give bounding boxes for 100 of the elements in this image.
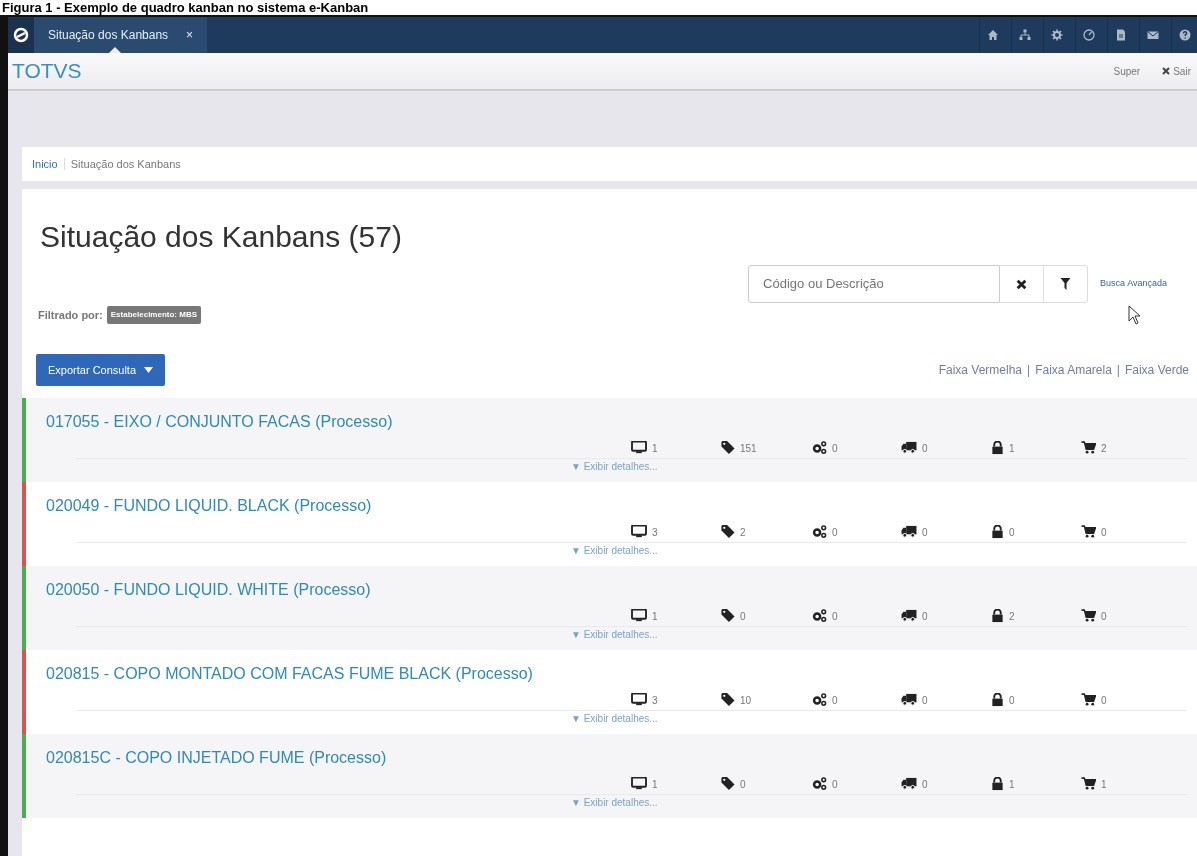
filter-tag: Estabelecimento: MBS [106, 306, 202, 324]
count-text: 1 [652, 609, 658, 624]
details-link[interactable]: ▼ Exibir detalhes... [571, 795, 658, 810]
monitor-icon [631, 777, 647, 791]
count-text: 0 [1101, 693, 1107, 708]
band-link[interactable]: Faixa Vermelha [938, 361, 1022, 379]
clear-button[interactable] [1000, 265, 1045, 303]
home-icon[interactable] [986, 29, 999, 41]
cart-icon [1081, 609, 1096, 623]
count-text: 1 [652, 441, 658, 456]
lock-icon [991, 525, 1004, 539]
page-title: Situação dos Kanbans (57) [40, 219, 403, 255]
truck-icon [901, 609, 917, 623]
details-link[interactable]: ▼ Exibir detalhes... [571, 627, 658, 642]
count-text: 1 [1009, 777, 1015, 792]
close-icon [1162, 67, 1171, 75]
brand-name: TOTVS [12, 58, 82, 85]
export-button[interactable]: Exportar Consulta [36, 354, 166, 386]
count-text: 0 [832, 441, 838, 456]
count-text: 0 [922, 441, 928, 456]
count-text: 0 [1101, 609, 1107, 624]
details-link[interactable]: ▼ Exibir detalhes... [571, 711, 658, 726]
band-link[interactable]: Faixa Amarela [1035, 361, 1112, 379]
truck-icon [901, 441, 917, 455]
details-link[interactable]: ▼ Exibir detalhes... [571, 543, 658, 558]
kanban-title-link[interactable]: 020815 - COPO MONTADO COM FACAS FUME BLACK (Processo) [46, 662, 533, 686]
tag-icon [721, 525, 735, 539]
count-text: 0 [832, 609, 838, 624]
logo-icon [13, 27, 29, 43]
count-text: 10 [740, 693, 752, 708]
mouse-cursor-icon [1128, 305, 1142, 325]
lock-icon [991, 693, 1004, 707]
count-text: 1 [1101, 777, 1107, 792]
cart-icon [1081, 693, 1096, 707]
count-text: 2 [1101, 441, 1107, 456]
count-text: 0 [1009, 525, 1015, 540]
count-text: 2 [740, 525, 746, 540]
gears-icon [811, 440, 827, 456]
count-text: 3 [652, 525, 658, 540]
logout-link[interactable]: Sair [1162, 63, 1191, 79]
tag-icon [721, 609, 735, 623]
gears-icon [811, 692, 827, 708]
tag-icon [721, 693, 735, 707]
filter-label: Filtrado por: [38, 307, 103, 323]
monitor-icon [631, 693, 647, 707]
count-text: 2 [1009, 609, 1015, 624]
cart-icon [1081, 525, 1096, 539]
kanban-title-link[interactable]: 020049 - FUNDO LIQUID. BLACK (Processo) [46, 494, 372, 518]
count-text: 0 [922, 777, 928, 792]
lock-icon [991, 441, 1004, 455]
count-text: 0 [922, 609, 928, 624]
sitemap-icon[interactable] [1018, 29, 1031, 41]
tag-icon [721, 777, 735, 791]
details-link[interactable]: ▼ Exibir detalhes... [571, 459, 658, 474]
kanban-title-link[interactable]: 017055 - EIXO / CONJUNTO FACAS (Processo) [46, 410, 393, 434]
count-text: 3 [652, 693, 658, 708]
truck-icon [901, 777, 917, 791]
monitor-icon [631, 525, 647, 539]
count-text: 0 [740, 777, 746, 792]
separator-text: | [1027, 362, 1031, 379]
caret-icon [144, 367, 154, 373]
breadcrumb-link[interactable]: Inicio [32, 155, 58, 173]
count-text: 0 [832, 525, 838, 540]
gauge-icon[interactable] [1082, 29, 1095, 41]
lock-icon [991, 609, 1004, 623]
separator-text: | [1116, 362, 1120, 379]
truck-icon [901, 525, 917, 539]
kanban-title-link[interactable]: 020815C - COPO INJETADO FUME (Processo) [46, 746, 387, 770]
document-icon[interactable] [1114, 29, 1127, 41]
mail-icon[interactable] [1146, 29, 1159, 41]
cart-icon [1081, 777, 1096, 791]
count-text: 0 [832, 777, 838, 792]
count-text: 0 [740, 609, 746, 624]
count-text: 1 [1009, 441, 1015, 456]
count-text: 0 [922, 525, 928, 540]
count-text: 151 [740, 441, 757, 456]
search-field[interactable]: Código ou Descrição [748, 265, 1001, 303]
truck-icon [901, 693, 917, 707]
tab[interactable]: Situação dos Kanbans × [34, 17, 208, 53]
figure-caption: Figura 1 - Exemplo de quadro kanban no sistema e-Kanban [1, 0, 370, 15]
settings-icon[interactable] [1050, 29, 1063, 41]
count-text: 0 [832, 693, 838, 708]
filter-button[interactable] [1044, 265, 1089, 303]
count-text: 0 [1009, 693, 1015, 708]
user-link[interactable]: Super [1113, 63, 1141, 79]
filter-icon [1060, 278, 1072, 290]
monitor-icon [631, 609, 647, 623]
monitor-icon [631, 441, 647, 455]
count-text: 1 [652, 777, 658, 792]
count-text: 0 [922, 693, 928, 708]
breadcrumb-current: Situação dos Kanbans [70, 156, 181, 172]
gears-icon [811, 524, 827, 540]
count-text: 0 [1101, 525, 1107, 540]
close-icon [1016, 278, 1028, 290]
tag-icon [721, 441, 735, 455]
band-link[interactable]: Faixa Verde [1124, 361, 1189, 379]
kanban-title-link[interactable]: 020050 - FUNDO LIQUID. WHITE (Processo) [46, 578, 371, 602]
help-icon[interactable] [1178, 29, 1191, 41]
gears-icon [811, 608, 827, 624]
advanced-search-link[interactable]: Busca Avançada [1100, 277, 1167, 291]
